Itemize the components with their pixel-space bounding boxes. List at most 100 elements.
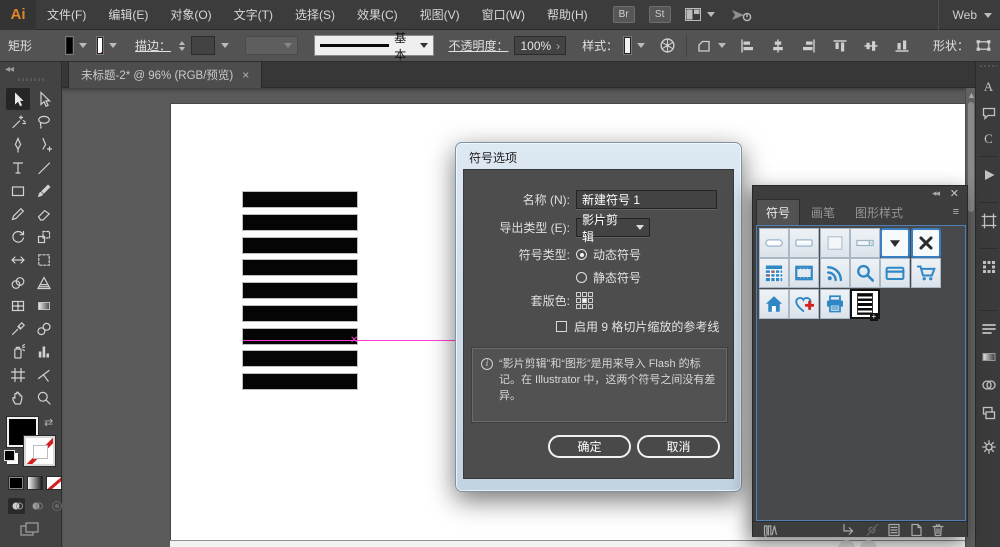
style-swatch[interactable]	[624, 37, 631, 54]
scale-tool[interactable]	[32, 226, 56, 248]
artboard-tool[interactable]	[6, 364, 30, 386]
symbol-close-button[interactable]	[910, 228, 941, 258]
menu-视图[interactable]: 视图(V)	[409, 0, 471, 30]
color-button[interactable]	[8, 476, 24, 490]
symbol-calendar[interactable]	[759, 258, 789, 289]
free-transform-tool[interactable]	[32, 249, 56, 271]
chevron-down-icon[interactable]	[109, 43, 118, 48]
stroke-swatch[interactable]	[24, 436, 55, 466]
share-button[interactable]	[731, 7, 753, 23]
variable-width-profile-select[interactable]	[245, 36, 299, 55]
symbol-printer[interactable]	[819, 288, 850, 319]
workspace-switcher[interactable]: Web	[937, 0, 992, 30]
close-panel-icon[interactable]: ✕	[950, 187, 959, 200]
fill-color-swatch[interactable]	[66, 37, 73, 54]
dock-icon-artboards[interactable]	[980, 212, 997, 229]
symbol-shopping-cart[interactable]	[910, 258, 941, 289]
dock-icon-gradient[interactable]	[980, 348, 997, 365]
symbol-new-symbol-stripes[interactable]	[849, 288, 880, 321]
default-fill-stroke-icon[interactable]	[4, 450, 15, 461]
static-symbol-radio[interactable]	[576, 272, 587, 283]
draw-normal-button[interactable]	[8, 498, 25, 514]
draw-behind-button[interactable]	[28, 498, 45, 514]
transform-widget-button[interactable]	[696, 35, 712, 57]
stripe-bar[interactable]	[243, 374, 357, 389]
chevron-down-icon[interactable]	[78, 43, 87, 48]
hand-tool[interactable]	[6, 387, 30, 409]
shape-widget-icon[interactable]	[975, 35, 992, 57]
chevron-down-icon[interactable]	[221, 43, 230, 48]
dock-grip[interactable]	[980, 65, 997, 67]
symbol-web-button-1[interactable]	[759, 228, 789, 258]
column-graph-tool[interactable]	[32, 341, 56, 363]
eyedropper-tool[interactable]	[6, 318, 30, 340]
dock-icon-actions[interactable]	[980, 166, 997, 183]
menu-文件[interactable]: 文件(F)	[36, 0, 97, 30]
mesh-tool[interactable]	[6, 295, 30, 317]
align-left-button[interactable]	[736, 35, 758, 57]
none-button[interactable]	[46, 476, 62, 490]
symbol-credit-card[interactable]	[880, 258, 911, 289]
cancel-button[interactable]: 取消	[637, 435, 720, 458]
curvature-tool[interactable]	[32, 134, 56, 156]
symbol-search[interactable]	[849, 258, 880, 289]
align-top-button[interactable]	[829, 35, 851, 57]
stroke-weight-value[interactable]	[191, 36, 216, 55]
symbol-filmstrip[interactable]	[789, 258, 820, 289]
gradient-tool[interactable]	[32, 295, 56, 317]
stripe-bar[interactable]	[243, 215, 357, 230]
scrollbar-thumb[interactable]	[967, 102, 974, 212]
symbol-dropdown-button[interactable]	[880, 228, 911, 258]
symbol-health-care[interactable]	[789, 288, 820, 319]
align-right-button[interactable]	[798, 35, 820, 57]
blend-tool[interactable]	[32, 318, 56, 340]
zoom-tool[interactable]	[32, 387, 56, 409]
width-tool[interactable]	[6, 249, 30, 271]
dock-icon-layers[interactable]	[980, 404, 997, 421]
symbol-web-scrollbar[interactable]	[849, 228, 880, 258]
line-segment-tool[interactable]	[32, 157, 56, 179]
arrange-documents-button[interactable]	[684, 8, 715, 21]
chevron-down-icon[interactable]	[717, 43, 726, 48]
chevron-down-icon[interactable]	[636, 43, 645, 48]
symbol-name-input[interactable]: 新建符号 1	[576, 190, 717, 209]
stroke-weight-stepper[interactable]	[179, 40, 186, 51]
eraser-tool[interactable]	[32, 203, 56, 225]
symbol-sprayer-tool[interactable]	[6, 341, 30, 363]
tab-图形样式[interactable]: 图形样式	[846, 200, 912, 225]
registration-point-selector[interactable]	[576, 292, 593, 309]
symbol-library-button[interactable]	[759, 522, 781, 537]
dock-icon-stroke[interactable]	[980, 320, 997, 337]
brush-definition-select[interactable]: 基本	[314, 31, 435, 62]
dock-icon-settings[interactable]	[980, 438, 997, 455]
panel-grip[interactable]	[18, 78, 44, 81]
paintbrush-tool[interactable]	[32, 180, 56, 202]
stripe-bar[interactable]	[243, 283, 357, 298]
pencil-tool[interactable]	[6, 203, 30, 225]
stripe-bar[interactable]	[243, 351, 357, 366]
shape-builder-tool[interactable]	[6, 272, 30, 294]
symbols-grid[interactable]	[756, 225, 966, 521]
symbol-options-button[interactable]	[883, 522, 905, 537]
perspective-grid-tool[interactable]	[32, 272, 56, 294]
menu-文字[interactable]: 文字(T)	[223, 0, 284, 30]
dock-icon-comments[interactable]	[980, 104, 997, 121]
gradient-button[interactable]	[27, 476, 43, 490]
bridge-button[interactable]: Br	[612, 6, 635, 23]
dock-icon-character[interactable]: A	[980, 78, 997, 95]
delete-symbol-button[interactable]	[927, 522, 949, 537]
menu-对象[interactable]: 对象(O)	[159, 0, 222, 30]
symbol-web-button-2[interactable]	[789, 228, 820, 258]
screen-mode-button[interactable]	[20, 522, 40, 538]
slice-tool[interactable]	[32, 364, 56, 386]
stock-button[interactable]: St	[648, 6, 671, 23]
tab-画笔[interactable]: 画笔	[802, 200, 844, 225]
menu-帮助[interactable]: 帮助(H)	[536, 0, 599, 30]
align-h-center-button[interactable]	[767, 35, 789, 57]
dock-icon-transform[interactable]	[980, 258, 997, 275]
stripe-bar[interactable]	[243, 192, 357, 207]
align-bottom-button[interactable]	[891, 35, 913, 57]
stroke-color-swatch[interactable]	[96, 37, 104, 54]
lasso-tool[interactable]	[32, 111, 56, 133]
type-tool[interactable]	[6, 157, 30, 179]
